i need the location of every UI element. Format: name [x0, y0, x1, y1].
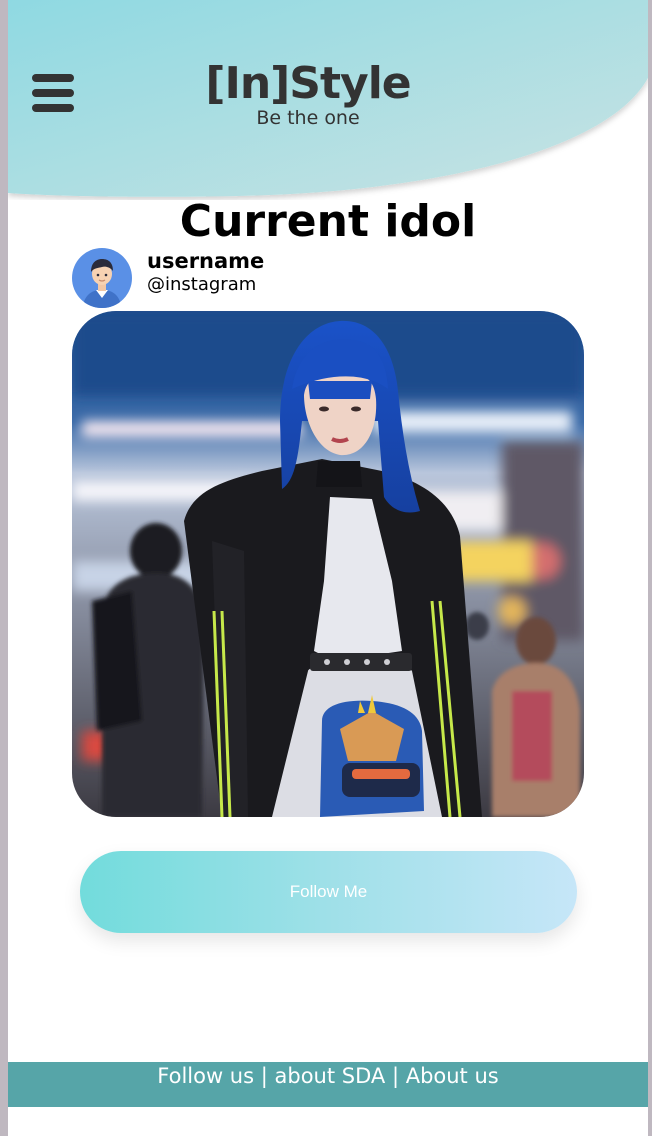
follow-me-button[interactable]: Follow Me	[80, 851, 577, 933]
menu-button[interactable]	[32, 74, 74, 114]
brand: [In]Style Be the one	[158, 58, 458, 130]
hamburger-line	[32, 89, 74, 97]
hamburger-menu-icon	[32, 74, 74, 82]
footer-link-about-us[interactable]: About us	[406, 1064, 499, 1088]
footer-separator: |	[385, 1064, 406, 1088]
footer-separator: |	[254, 1064, 275, 1088]
brand-tagline: Be the one	[256, 107, 360, 129]
section-title: Current idol	[179, 196, 477, 247]
user-avatar-icon	[72, 248, 132, 308]
idol-instagram-handle[interactable]: @instagram	[147, 274, 256, 296]
idol-photo	[72, 311, 584, 817]
street-style-photo	[72, 311, 584, 817]
idol-username[interactable]: username	[147, 249, 264, 273]
footer-link-follow-us[interactable]: Follow us	[157, 1064, 254, 1088]
footer: Follow us | about SDA | About us	[8, 1062, 648, 1107]
app-screen: [In]Style Be the one Current idol userna…	[8, 0, 648, 1136]
hamburger-line	[32, 104, 74, 112]
brand-title: [In]Style	[205, 58, 411, 109]
footer-link-about-sda[interactable]: about SDA	[275, 1064, 386, 1088]
header: [In]Style Be the one	[8, 0, 648, 200]
